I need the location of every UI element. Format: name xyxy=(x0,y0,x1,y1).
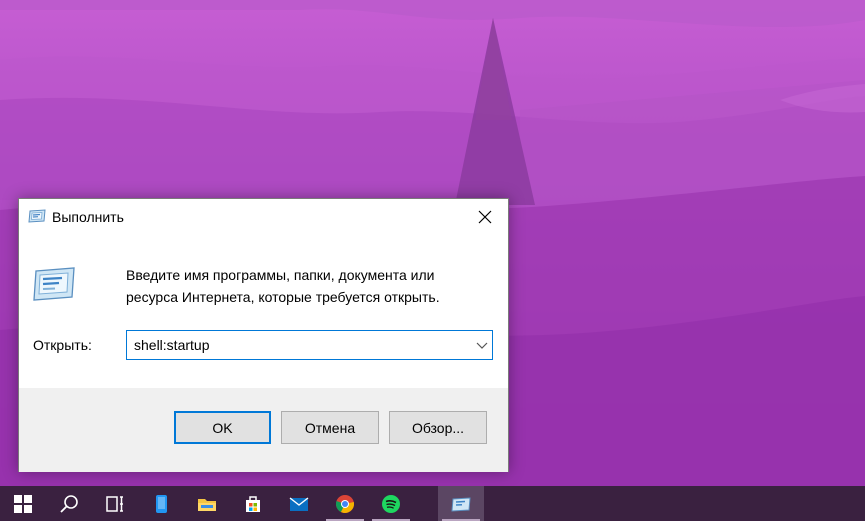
taskbar-phone[interactable] xyxy=(138,486,184,521)
search-icon xyxy=(60,494,78,513)
taskbar-mail[interactable] xyxy=(276,486,322,521)
open-input[interactable] xyxy=(127,331,461,359)
taskbar-run[interactable] xyxy=(438,486,484,521)
run-icon xyxy=(28,209,46,223)
open-combobox[interactable] xyxy=(126,330,493,360)
taskbar-store[interactable] xyxy=(230,486,276,521)
taskbar-file-explorer[interactable] xyxy=(184,486,230,521)
start-button[interactable] xyxy=(0,486,46,521)
store-icon xyxy=(246,495,260,512)
mail-icon xyxy=(289,496,309,511)
dialog-footer: OK Отмена Обзор... xyxy=(19,388,508,472)
run-large-icon xyxy=(32,267,76,301)
spotify-icon xyxy=(382,494,400,513)
file-explorer-icon xyxy=(198,498,216,511)
taskbar-spotify[interactable] xyxy=(368,486,414,521)
search-button[interactable] xyxy=(46,486,92,521)
open-label: Открыть: xyxy=(33,337,92,353)
chevron-down-icon[interactable] xyxy=(476,340,488,350)
taskbar xyxy=(0,486,865,521)
run-dialog: Выполнить Введите имя программы, папки, … xyxy=(18,198,509,472)
close-icon xyxy=(478,210,492,224)
run-icon xyxy=(451,496,471,512)
taskbar-chrome[interactable] xyxy=(322,486,368,521)
task-view-button[interactable] xyxy=(92,486,138,521)
task-view-icon xyxy=(106,495,123,512)
start-icon xyxy=(14,494,32,513)
browse-button[interactable]: Обзор... xyxy=(389,411,487,444)
chrome-icon xyxy=(336,494,355,513)
dialog-title: Выполнить xyxy=(52,209,124,225)
dialog-titlebar[interactable]: Выполнить xyxy=(19,199,508,235)
close-button[interactable] xyxy=(462,199,508,235)
dialog-description: Введите имя программы, папки, документа … xyxy=(126,267,440,305)
ok-button[interactable]: OK xyxy=(174,411,271,444)
cancel-button[interactable]: Отмена xyxy=(281,411,379,444)
phone-icon xyxy=(156,494,167,513)
